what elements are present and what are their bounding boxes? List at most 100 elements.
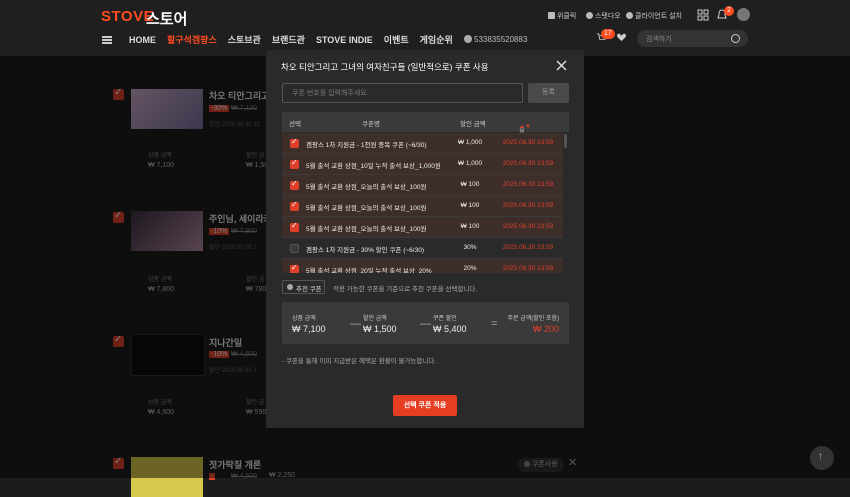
controller-icon: [586, 12, 593, 19]
top-link-0[interactable]: 위클릭: [548, 11, 576, 21]
coupon-row[interactable]: 겜팡스 1차 지원금 - 1천원 중복 쿠폰 (~6/30) ₩ 1,000 2…: [282, 133, 563, 154]
coupon-code-field[interactable]: [282, 83, 523, 103]
coupon-name: 겜팡스 1차 지원금 - 30% 할인 쿠폰 (~6/30): [306, 247, 424, 254]
coupon-expiry: 2025.06.30 23:59: [502, 160, 554, 167]
download-icon: [626, 12, 633, 19]
top-link-label: 클라이언트 설치: [634, 13, 682, 20]
notification-badge: 2: [724, 6, 734, 16]
col-select: 선택: [289, 121, 301, 128]
nav-promo-part2: 겜팡스: [191, 35, 217, 45]
logo-sub[interactable]: 스토어: [146, 8, 187, 29]
search-bar[interactable]: 검색하기: [637, 30, 748, 47]
coupon-expiry: 2025.06.30 23:59: [502, 223, 554, 230]
coupon-name: 5월 출석 교환 상점_오늘의 출석 보상_100원: [306, 226, 427, 233]
nav-event-promo[interactable]: 할구석겜팡스: [167, 33, 217, 46]
col-amount: 할인 금액: [460, 121, 486, 128]
coupon-row[interactable]: 5월 출석 교환 상점_10일 누적 출석 보상_1,000원 ₩ 1,000 …: [282, 154, 563, 175]
minus-icon: —: [350, 318, 361, 330]
coupon-table: 선택 쿠폰명 할인 금액 유효기간 ▲▼ 겜팡스 1차 지원금 - 1천원 중복…: [282, 112, 569, 273]
user-id: 533835520883: [474, 35, 528, 44]
search-input[interactable]: 검색하기: [646, 34, 672, 44]
menu-icon[interactable]: [102, 35, 112, 44]
coupon-checkbox[interactable]: [290, 158, 299, 169]
coupon-amount: ₩ 1,000: [457, 139, 483, 146]
coupon-name: 5월 출석 교환 상점_20일 누적 출석 보상_20%: [306, 268, 432, 273]
coupon-checkbox[interactable]: [290, 263, 299, 273]
coupon-row[interactable]: 5월 출석 교환 상점_20일 누적 출석 보상_20% 20% 2025.06…: [282, 259, 563, 273]
nav-brand-hall[interactable]: 브랜드관: [272, 33, 305, 46]
recommend-coupon-button[interactable]: 추천 쿠폰: [282, 280, 325, 294]
coupon-amount: ₩ 100: [460, 181, 480, 188]
coupon-amount: ₩ 100: [460, 223, 480, 230]
main-nav: HOME 할구석겜팡스 스토브관 브랜드관 STOVE INDIE 이벤트 게임…: [102, 33, 527, 46]
coupon-checkbox[interactable]: [290, 200, 299, 211]
summary-product-value: ₩ 7,100: [292, 324, 326, 334]
nav-home[interactable]: HOME: [129, 35, 156, 45]
cart-badge: 17: [601, 29, 615, 39]
recommend-description: 적용 가능한 쿠폰을 기준으로 추천 쿠폰을 선택합니다.: [333, 286, 478, 293]
summary-coupon-value: ₩ 5,400: [433, 324, 467, 334]
coupon-code-input[interactable]: [283, 84, 522, 102]
nav-promo-part1: 할구석: [167, 35, 192, 45]
summary-product-label: 상품 금액: [292, 316, 316, 322]
top-link-2[interactable]: 클라이언트 설치: [626, 11, 682, 21]
coupon-expiry: 2025.06.30 23:59: [502, 244, 554, 251]
coupon-expiry: 2025.06.30 23:59: [502, 181, 554, 188]
top-link-label: 스탯다오: [594, 13, 621, 20]
table-header: 선택 쿠폰명 할인 금액 유효기간 ▲▼: [282, 112, 569, 164]
nav-ranking[interactable]: 게임순위: [420, 33, 453, 46]
summary-total-value: ₩ 200: [532, 324, 559, 334]
coupon-amount: ₩ 1,000: [457, 160, 483, 167]
coupon-row[interactable]: 겜팡스 1차 지원금 - 30% 할인 쿠폰 (~6/30) 30% 2025.…: [282, 238, 563, 259]
coupon-checkbox[interactable]: [290, 244, 299, 253]
check-circle-icon: [287, 284, 293, 290]
coupon-amount: 20%: [463, 265, 477, 272]
minus-icon: —: [420, 318, 431, 330]
coupon-name: 겜팡스 1차 지원금 - 1천원 중복 쿠폰 (~6/30): [306, 142, 427, 149]
coupon-amount: ₩ 100: [460, 202, 480, 209]
price-summary: 상품 금액 ₩ 7,100 — 할인 금액 ₩ 1,500 — 쿠폰 할인 ₩ …: [282, 302, 569, 344]
modal-title: 차오 티안그리고 그녀의 여자친구들 (일반적으로) 쿠폰 사용: [281, 62, 489, 72]
coupon-checkbox[interactable]: [290, 179, 299, 190]
refund-note: - 쿠폰을 통해 이미 지급받은 혜택은 환불이 불가능합니다.: [282, 358, 437, 365]
summary-discount-value: ₩ 1,500: [363, 324, 397, 334]
register-button[interactable]: 등록: [528, 83, 569, 103]
nav-event[interactable]: 이벤트: [384, 33, 409, 46]
apply-coupon-button[interactable]: 선택 쿠폰 적용: [393, 395, 457, 416]
coupon-name: 5월 출석 교환 상점_오늘의 출석 보상_100원: [306, 184, 427, 191]
top-link-label: 위클릭: [556, 13, 577, 20]
summary-coupon-label: 쿠폰 할인: [433, 316, 457, 322]
grid-icon[interactable]: [697, 9, 709, 21]
nav-stove-indie[interactable]: STOVE INDIE: [316, 35, 373, 45]
document-icon: [548, 12, 555, 19]
coupon-amount: 30%: [463, 244, 477, 251]
heart-icon[interactable]: [616, 32, 627, 43]
coupon-row[interactable]: 5월 출석 교환 상점_오늘의 출석 보상_100원 ₩ 100 2025.06…: [282, 196, 563, 217]
top-link-1[interactable]: 스탯다오: [586, 11, 621, 21]
summary-discount-label: 할인 금액: [363, 316, 387, 322]
coupon-checkbox[interactable]: [290, 137, 299, 148]
coupon-name: 5월 출석 교환 상점_10일 누적 출석 보상_1,000원: [306, 163, 441, 170]
coupon-expiry: 2025.06.30 23:59: [502, 265, 554, 272]
avatar[interactable]: [737, 8, 750, 21]
coupon-expiry: 2025.06.30 23:59: [502, 139, 554, 146]
coupon-expiry: 2025.06.30 23:59: [502, 202, 554, 209]
user-icon: [463, 35, 472, 43]
recommend-label: 추천 쿠폰: [296, 286, 322, 293]
coupon-checkbox[interactable]: [290, 221, 299, 232]
table-scrollbar[interactable]: [564, 134, 567, 148]
coupon-row[interactable]: 5월 출석 교환 상점_오늘의 출석 보상_100원 ₩ 100 2025.06…: [282, 175, 563, 196]
nav-stove-hall[interactable]: 스토브관: [228, 33, 261, 46]
sort-icon[interactable]: ▲▼: [519, 124, 531, 130]
close-icon[interactable]: [556, 60, 567, 71]
col-name: 쿠폰명: [362, 121, 380, 128]
coupon-name: 5월 출석 교환 상점_오늘의 출석 보상_100원: [306, 205, 427, 212]
user-menu[interactable]: 533835520883: [463, 35, 528, 44]
coupon-modal: 차오 티안그리고 그녀의 여자친구들 (일반적으로) 쿠폰 사용 등록 선택 쿠…: [266, 50, 584, 428]
arrow-up-icon: ↑: [818, 451, 823, 462]
scroll-top-button[interactable]: ↑: [810, 446, 834, 470]
search-icon[interactable]: [731, 34, 740, 43]
summary-total-label: 주문 금액(할인 포함): [507, 316, 560, 322]
equals-icon: =: [491, 318, 498, 330]
coupon-row[interactable]: 5월 출석 교환 상점_오늘의 출석 보상_100원 ₩ 100 2025.06…: [282, 217, 563, 238]
